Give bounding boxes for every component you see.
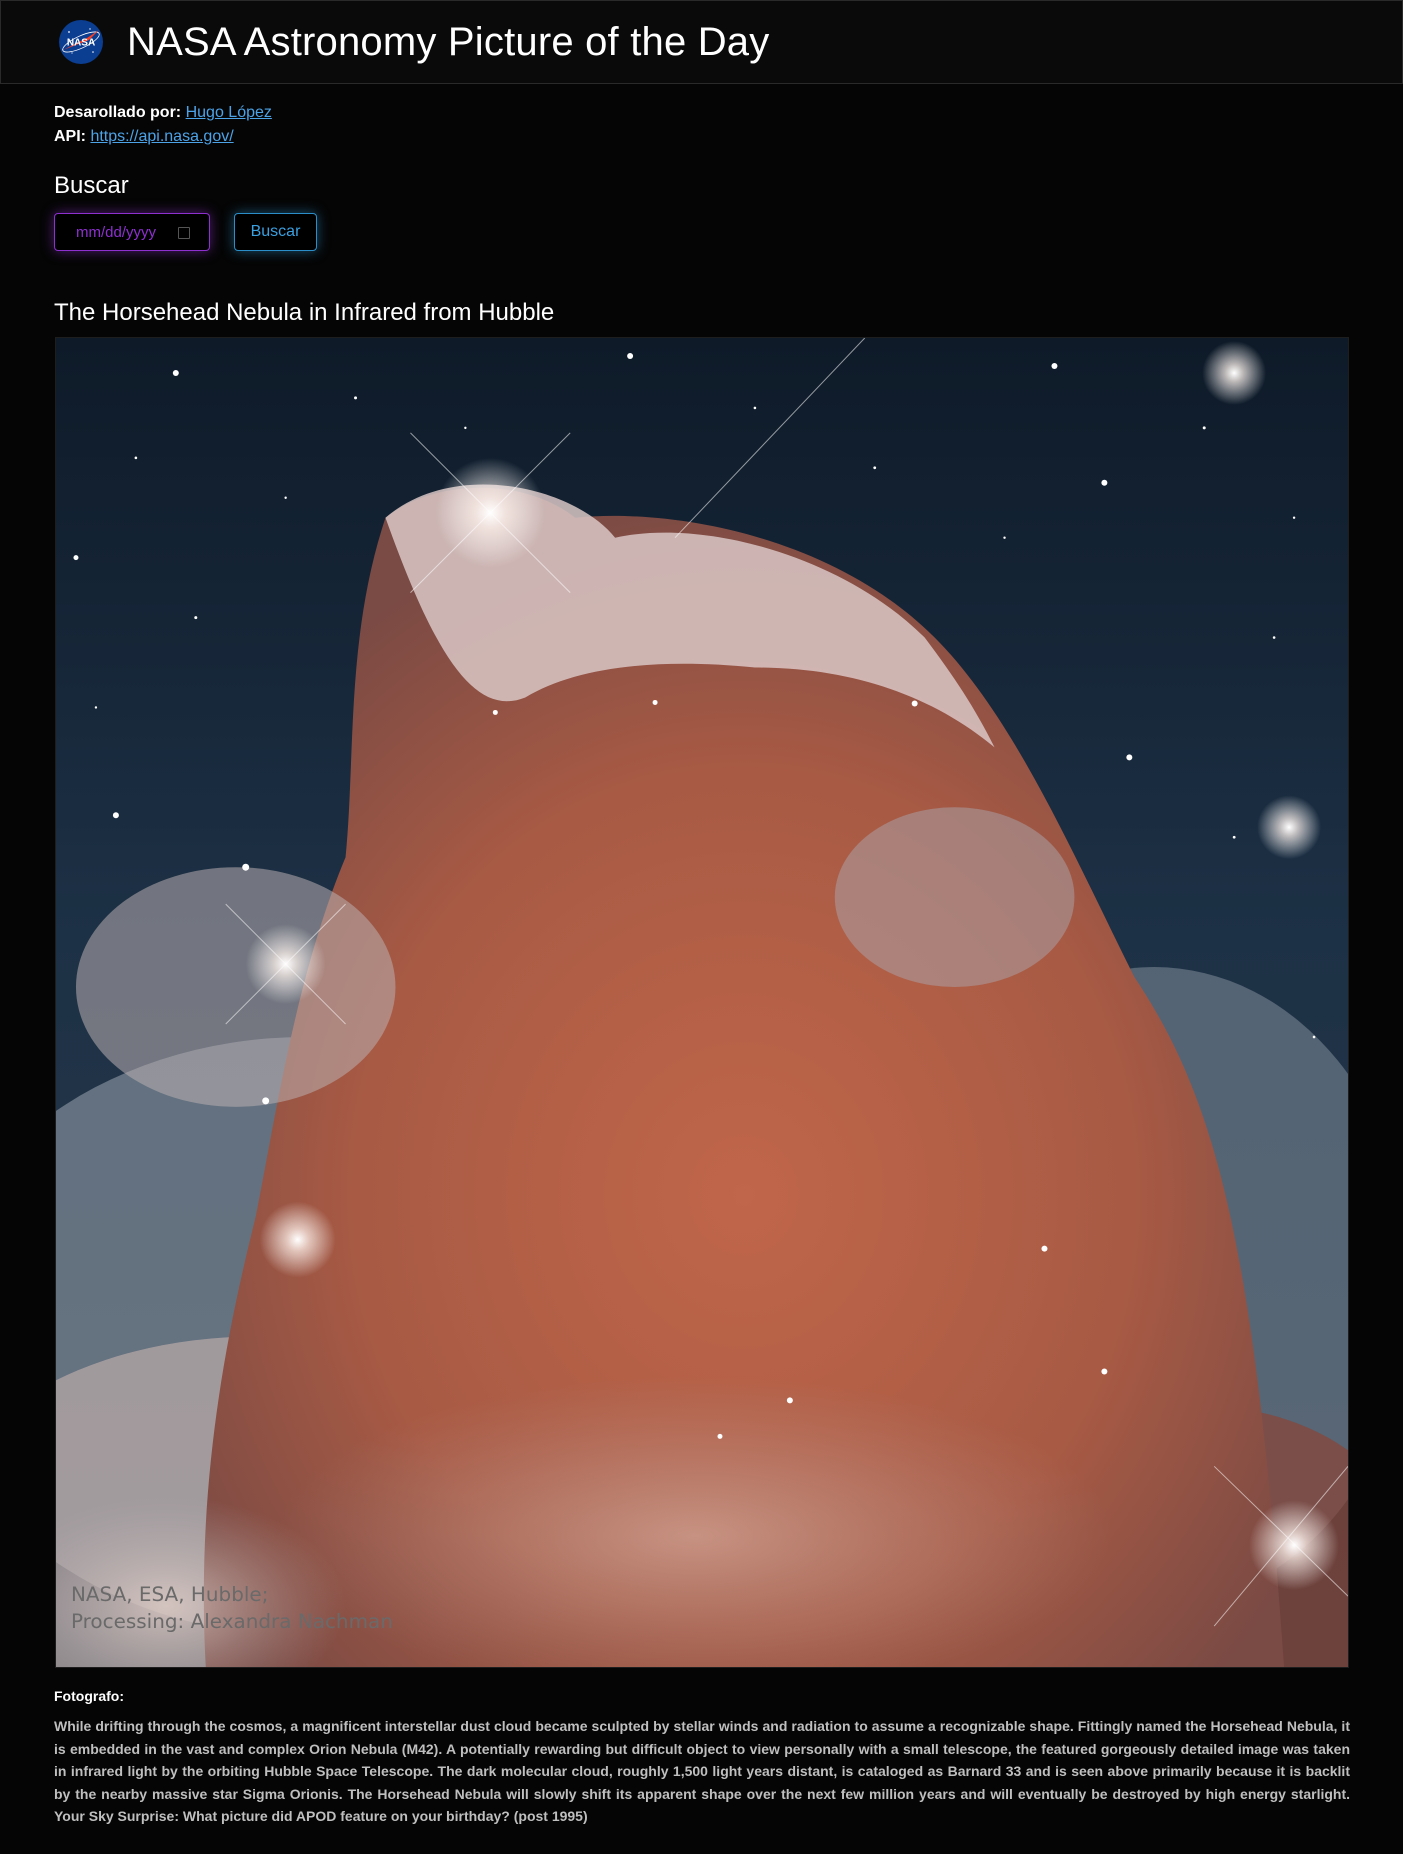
nasa-logo-icon: NASA <box>59 20 103 64</box>
app-title: NASA Astronomy Picture of the Day <box>127 19 770 64</box>
picture-explanation: While drifting through the cosmos, a mag… <box>54 1718 1350 1824</box>
developer-link[interactable]: Hugo López <box>186 104 272 121</box>
search-heading: Buscar <box>54 172 129 199</box>
svg-text:NASA: NASA <box>67 38 95 49</box>
app-header: NASA NASA Astronomy Picture of the Day <box>0 0 1403 84</box>
search-button[interactable]: Buscar <box>234 213 317 251</box>
developer-label: Desarollado por: <box>54 104 182 121</box>
credits-block: Desarollado por: Hugo López API: https:/… <box>54 101 272 149</box>
apod-image: NASA, ESA, Hubble; Processing: Alexandra… <box>55 337 1349 1668</box>
api-link[interactable]: https://api.nasa.gov/ <box>90 128 233 145</box>
calendar-icon[interactable] <box>178 227 190 239</box>
developer-line: Desarollado por: Hugo López <box>54 101 272 125</box>
svg-text:Processing: Alexandra Nachman: Processing: Alexandra Nachman <box>71 1609 393 1633</box>
api-label: API: <box>54 128 86 145</box>
svg-text:NASA, ESA, Hubble;: NASA, ESA, Hubble; <box>71 1582 268 1606</box>
photographer-label: Fotografo: <box>54 1688 124 1704</box>
api-line: API: https://api.nasa.gov/ <box>54 125 272 149</box>
picture-title: The Horsehead Nebula in Infrared from Hu… <box>54 299 555 326</box>
